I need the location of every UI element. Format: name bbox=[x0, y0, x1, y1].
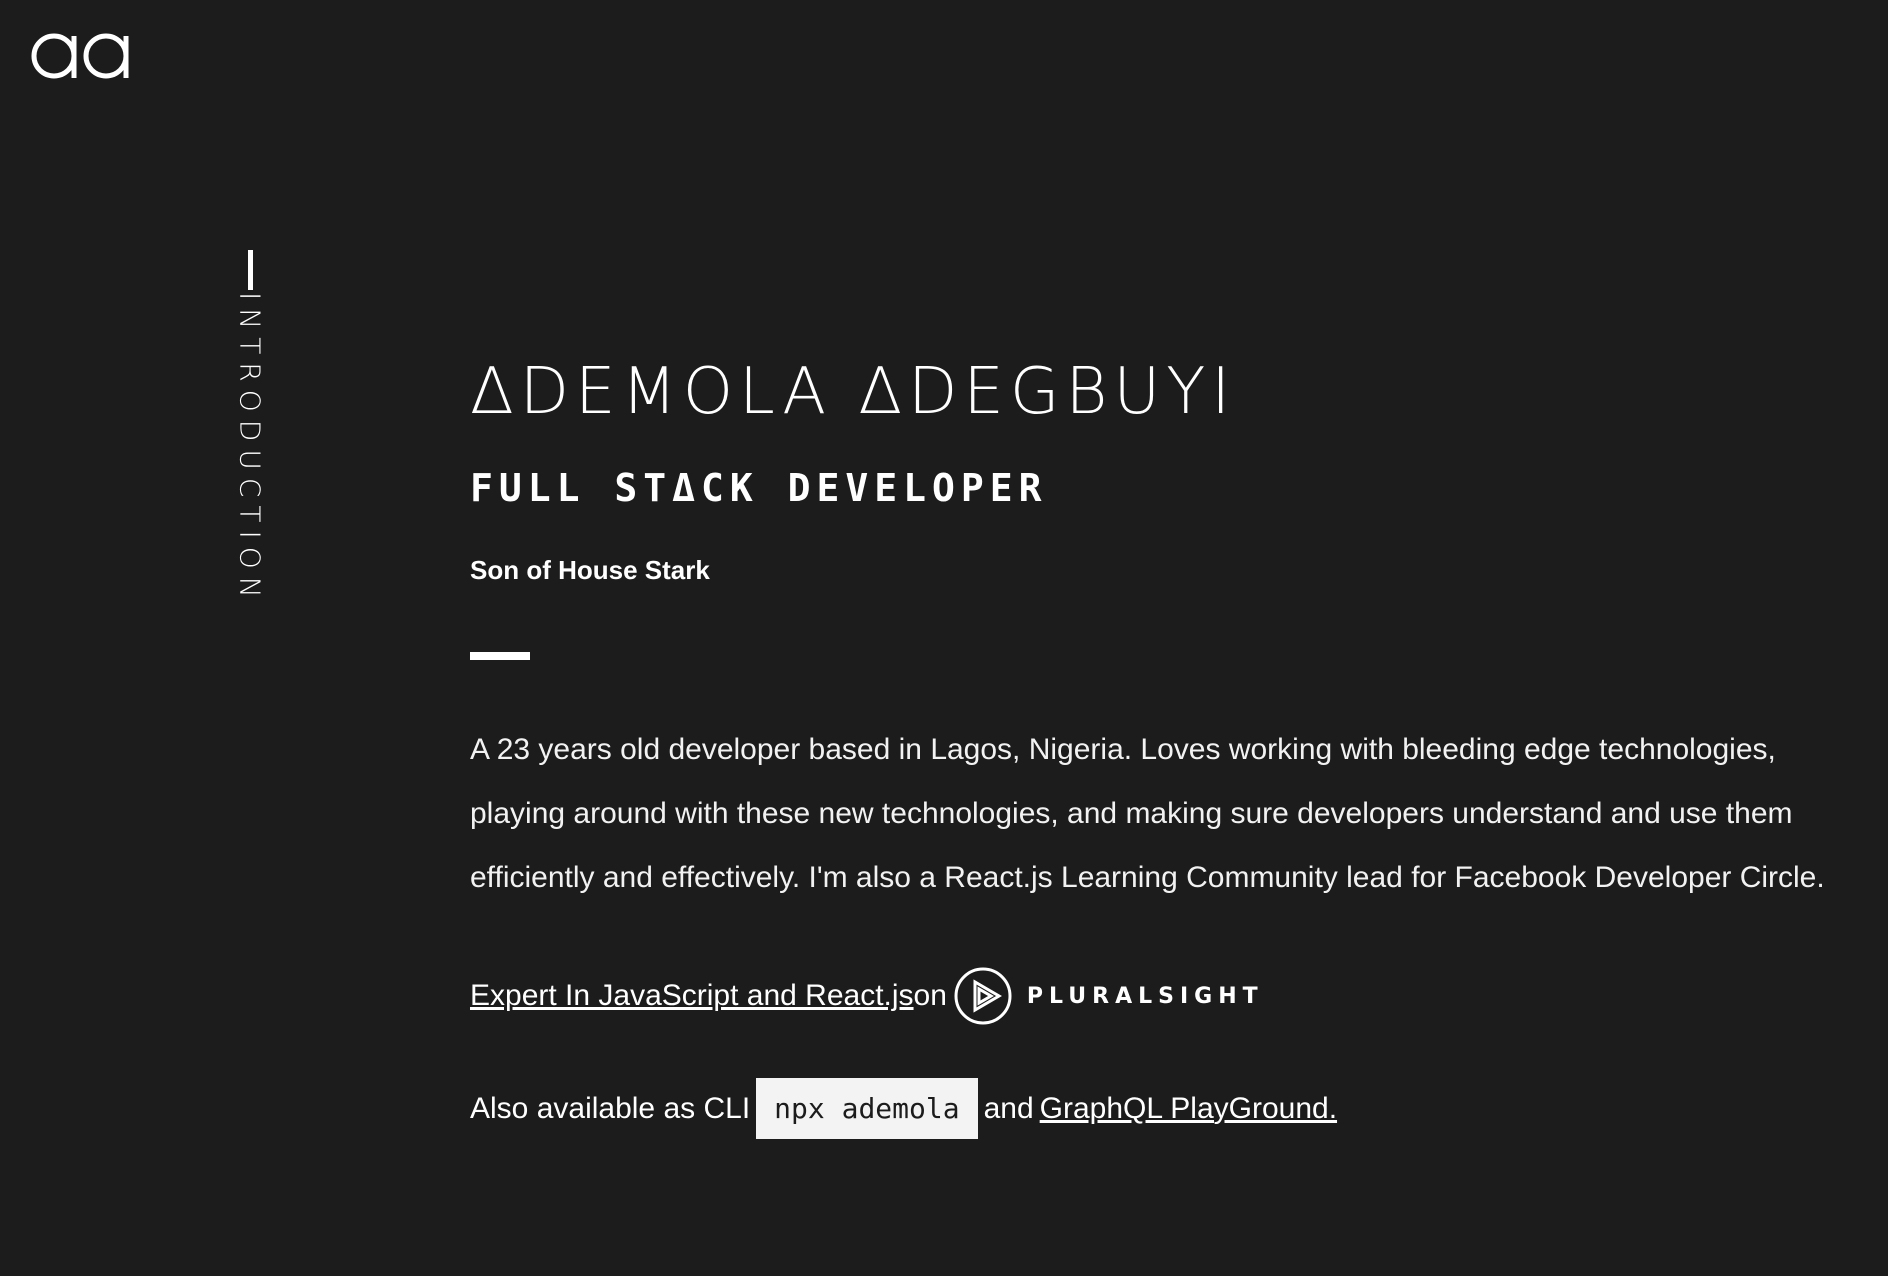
aa-monogram-icon[interactable] bbox=[30, 30, 134, 82]
role-subtitle: FULL STΔCK DEVELOPER bbox=[470, 466, 1048, 510]
expert-row: Expert In JavaScript and React.js on PLU… bbox=[470, 964, 1850, 1028]
bio-paragraph: A 23 years old developer based in Lagos,… bbox=[470, 733, 1825, 894]
cli-and: and bbox=[983, 1091, 1034, 1125]
expert-link[interactable]: Expert In JavaScript and React.js bbox=[470, 979, 914, 1013]
pluralsight-wordmark[interactable]: PLURALSIGHT bbox=[1027, 984, 1264, 1009]
cli-prefix: Also available as CLI bbox=[470, 1091, 751, 1125]
graphql-link[interactable]: GraphQL PlayGround. bbox=[1040, 1092, 1337, 1126]
tagline: Son of House Stark bbox=[470, 555, 710, 585]
section-bar bbox=[247, 250, 253, 290]
page: INTRODUCTION ΔDEMOLA ΔDEGBUYI FULL STΔCK… bbox=[0, 0, 1888, 1276]
intro-content: ΔDEMOLA ΔDEGBUYI FULL STΔCK DEVELOPER So… bbox=[470, 352, 1850, 1139]
expert-on-text: on bbox=[913, 979, 947, 1012]
section-label-text: INTRODUCTION bbox=[233, 292, 267, 606]
cli-row: Also available as CLI npx ademola and Gr… bbox=[470, 1078, 1850, 1139]
cli-command: npx ademola bbox=[756, 1078, 978, 1139]
pluralsight-play-icon[interactable] bbox=[953, 966, 1013, 1026]
divider bbox=[470, 652, 530, 660]
section-label: INTRODUCTION bbox=[233, 250, 267, 606]
page-title: ΔDEMOLA ΔDEGBUYI bbox=[470, 355, 1237, 429]
